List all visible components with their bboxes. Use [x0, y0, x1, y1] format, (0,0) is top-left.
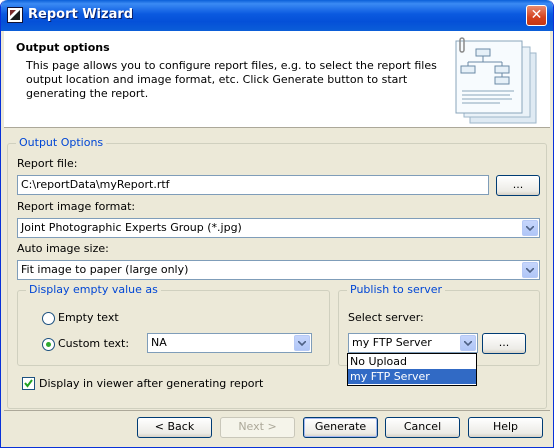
- title-bar[interactable]: Report Wizard ✕: [1, 0, 553, 31]
- empty-text-label[interactable]: Empty text: [58, 311, 119, 324]
- wizard-header: Output options This page allows you to c…: [4, 31, 550, 128]
- page-description: This page allows you to configure report…: [26, 59, 437, 100]
- custom-text-select[interactable]: NA: [147, 333, 312, 353]
- close-button[interactable]: ✕: [526, 5, 547, 26]
- page-title: Output options: [16, 41, 110, 54]
- server-browse-button[interactable]: ...: [482, 333, 526, 354]
- output-options-title: Output Options: [16, 136, 107, 149]
- chevron-down-icon[interactable]: [522, 220, 538, 236]
- auto-size-value: Fit image to paper (large only): [21, 263, 189, 276]
- server-option-no-upload[interactable]: No Upload: [348, 354, 476, 369]
- chevron-down-icon[interactable]: [294, 335, 310, 351]
- custom-text-label[interactable]: Custom text:: [58, 337, 129, 350]
- report-file-field[interactable]: C:\reportData\myReport.rtf: [17, 175, 489, 195]
- select-server-label: Select server:: [348, 311, 424, 324]
- server-option-my-ftp-server[interactable]: my FTP Server: [348, 369, 476, 384]
- display-in-viewer-checkbox[interactable]: [22, 377, 35, 390]
- server-dropdown-list[interactable]: No Upload my FTP Server: [347, 353, 477, 386]
- auto-size-select[interactable]: Fit image to paper (large only): [17, 260, 540, 280]
- empty-text-radio[interactable]: [42, 312, 55, 325]
- app-icon: [7, 7, 23, 23]
- generate-button[interactable]: Generate: [303, 417, 378, 438]
- report-documents-icon: [450, 35, 542, 125]
- window-title: Report Wizard: [28, 7, 134, 22]
- chevron-down-icon[interactable]: [460, 335, 476, 351]
- publish-title: Publish to server: [347, 283, 446, 296]
- server-select[interactable]: my FTP Server: [348, 333, 478, 353]
- report-file-browse-button[interactable]: ...: [496, 175, 540, 196]
- back-button[interactable]: < Back: [137, 417, 212, 438]
- next-button[interactable]: Next >: [220, 417, 295, 438]
- image-format-select[interactable]: Joint Photographic Experts Group (*.jpg): [17, 218, 540, 238]
- custom-text-value: NA: [151, 336, 167, 349]
- report-wizard-window: Report Wizard ✕ Output options This page…: [0, 0, 554, 448]
- empty-value-title: Display empty value as: [26, 283, 161, 296]
- footer-divider: [4, 410, 550, 411]
- report-file-label: Report file:: [17, 157, 78, 170]
- image-format-value: Joint Photographic Experts Group (*.jpg): [21, 221, 242, 234]
- display-in-viewer-label[interactable]: Display in viewer after generating repor…: [39, 377, 263, 390]
- empty-value-group: Display empty value as: [17, 283, 330, 366]
- server-select-value: my FTP Server: [352, 336, 432, 349]
- custom-text-radio[interactable]: [42, 338, 55, 351]
- cancel-button[interactable]: Cancel: [385, 417, 460, 438]
- auto-size-label: Auto image size:: [17, 242, 109, 255]
- help-button[interactable]: Help: [468, 417, 543, 438]
- chevron-down-icon[interactable]: [522, 262, 538, 278]
- image-format-label: Report image format:: [17, 200, 136, 213]
